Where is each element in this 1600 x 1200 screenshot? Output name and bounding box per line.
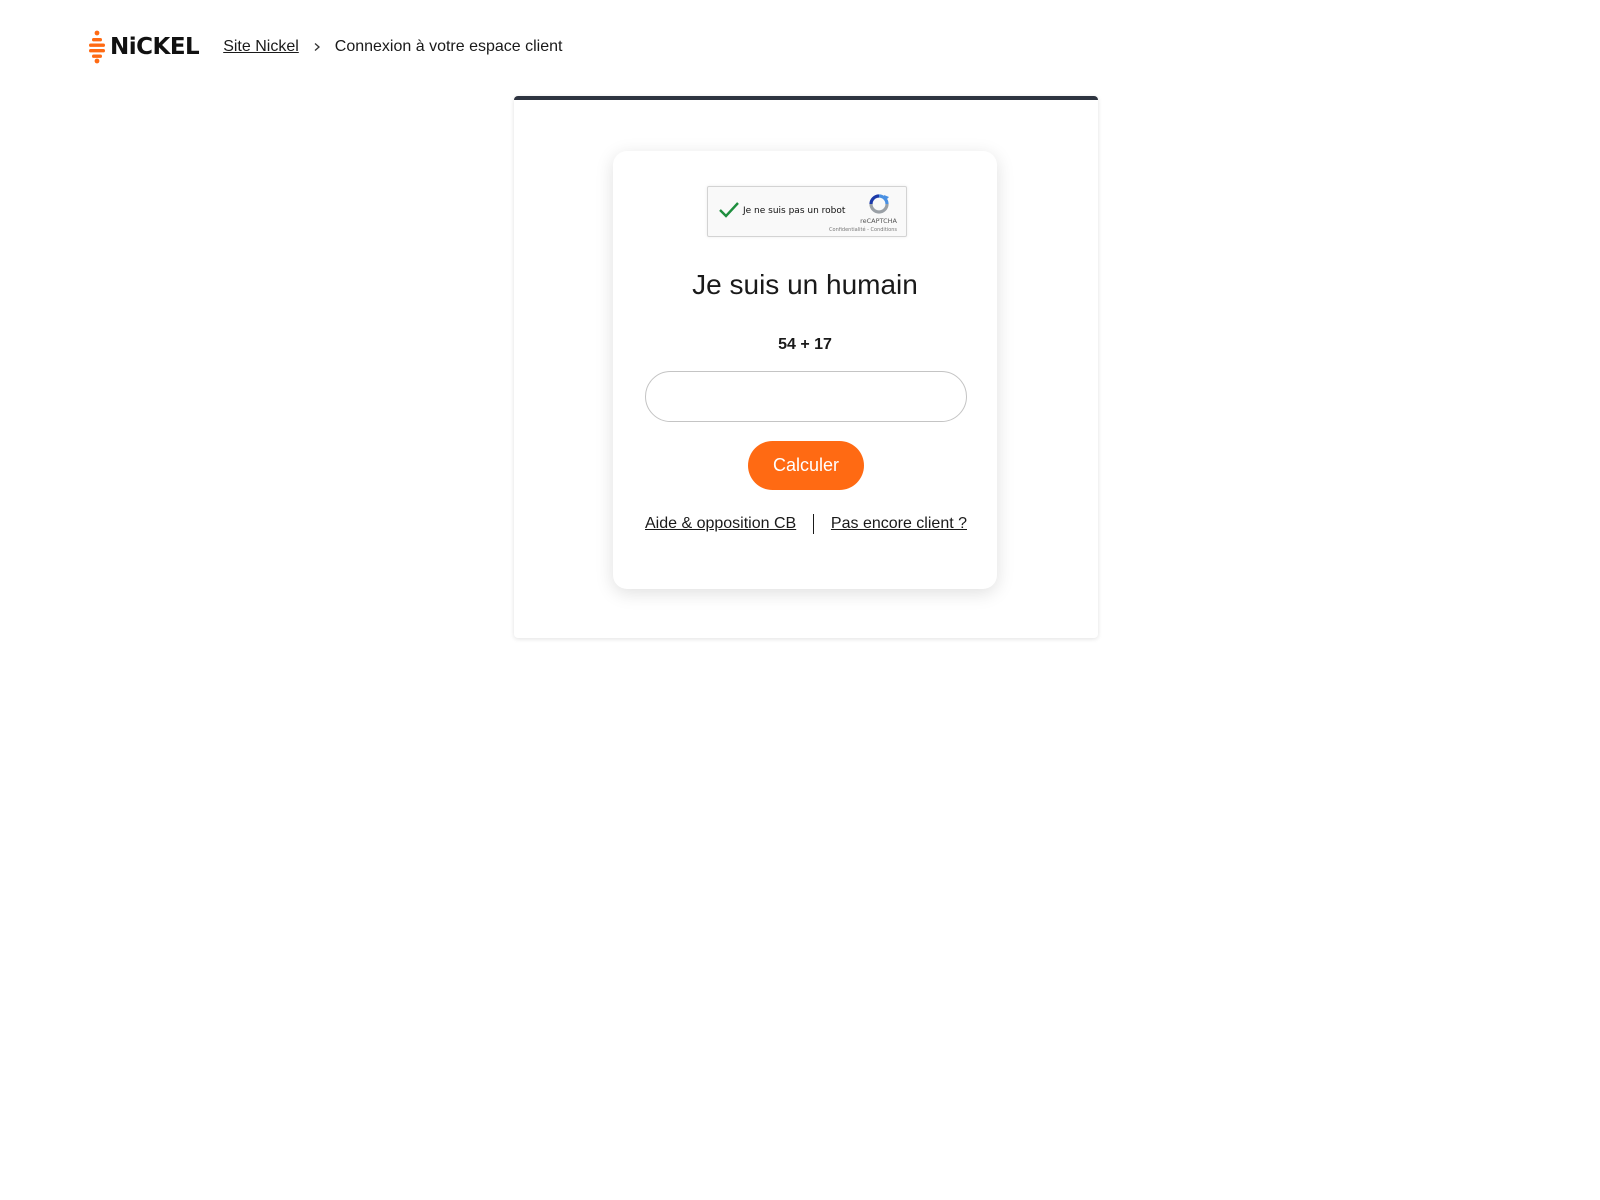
recaptcha-terms[interactable]: Confidentialité - Conditions xyxy=(829,227,897,233)
calculate-button[interactable]: Calculer xyxy=(748,441,864,490)
login-panel: Je ne suis pas un robot reCAPTCHA Confid… xyxy=(514,96,1098,638)
nickel-logo[interactable]: NiCKEL xyxy=(88,30,200,64)
signup-link[interactable]: Pas encore client ? xyxy=(831,515,967,533)
recaptcha-widget[interactable]: Je ne suis pas un robot reCAPTCHA Confid… xyxy=(707,186,907,237)
recaptcha-label: Je ne suis pas un robot xyxy=(743,206,846,216)
checkmark-icon[interactable] xyxy=(718,200,740,220)
footer-links: Aide & opposition CB Pas encore client ? xyxy=(645,513,967,535)
chevron-right-icon xyxy=(314,43,320,51)
breadcrumb: Site Nickel Connexion à votre espace cli… xyxy=(223,38,562,56)
answer-input[interactable] xyxy=(645,371,967,422)
logo-wordmark: NiCKEL xyxy=(110,34,200,60)
breadcrumb-current: Connexion à votre espace client xyxy=(334,38,563,55)
recaptcha-logo-icon xyxy=(869,194,889,214)
nickel-logo-icon xyxy=(89,30,105,64)
link-divider xyxy=(813,514,815,534)
captcha-card: Je ne suis pas un robot reCAPTCHA Confid… xyxy=(613,151,997,589)
breadcrumb-home-link[interactable]: Site Nickel xyxy=(223,38,299,56)
recaptcha-brand: reCAPTCHA xyxy=(860,217,897,225)
page-header: NiCKEL Site Nickel Connexion à votre esp… xyxy=(88,30,562,64)
math-question: 54 + 17 xyxy=(778,336,832,353)
help-opposition-link[interactable]: Aide & opposition CB xyxy=(645,515,796,533)
page-title: Je suis un humain xyxy=(692,269,918,300)
